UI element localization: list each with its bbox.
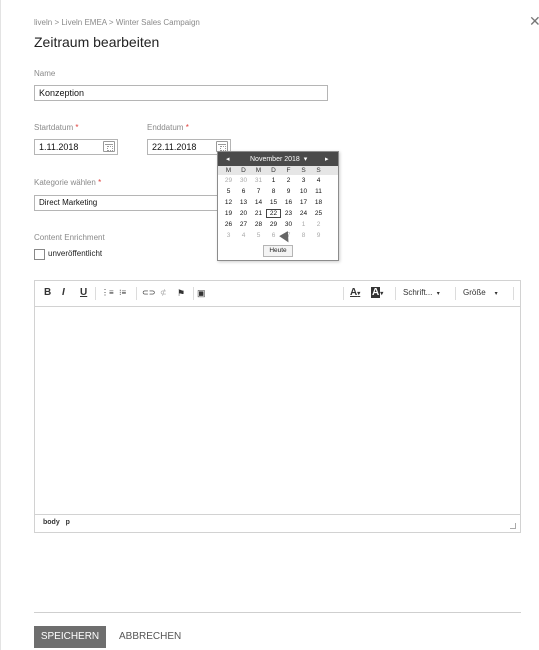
toolbar-divider — [136, 287, 137, 300]
calendar-day[interactable]: 22 — [266, 209, 281, 218]
calendar-day[interactable]: 10 — [296, 187, 311, 196]
calendar-day[interactable]: 5 — [221, 187, 236, 196]
toolbar-divider — [193, 287, 194, 300]
month-year-selector[interactable]: November 2018 ▾ — [250, 155, 307, 163]
calendar-day[interactable]: 4 — [236, 231, 251, 240]
footer-divider — [34, 612, 521, 613]
bullet-list-button[interactable]: ⁝≡ — [119, 287, 126, 299]
datepicker-header: ◂ November 2018 ▾ ▸ — [218, 152, 338, 166]
calendar-day[interactable]: 17 — [296, 198, 311, 207]
calendar-day[interactable]: 4 — [311, 176, 326, 185]
calendar-day[interactable]: 13 — [236, 198, 251, 207]
calendar-day[interactable]: 21 — [251, 209, 266, 218]
calendar-day[interactable]: 7 — [251, 187, 266, 196]
cancel-button[interactable]: ABBRECHEN — [119, 626, 181, 648]
calendar-day[interactable]: 27 — [236, 220, 251, 229]
name-label: Name — [34, 69, 56, 78]
calendar-day[interactable]: 1 — [266, 176, 281, 185]
calendar-day[interactable]: 30 — [236, 176, 251, 185]
calendar-day[interactable]: 16 — [281, 198, 296, 207]
link-icon[interactable]: ⊂⊃ — [142, 287, 155, 299]
bold-button[interactable]: B — [44, 287, 51, 299]
today-button[interactable]: Heute — [263, 245, 293, 257]
toolbar-divider — [395, 287, 396, 300]
editor-content-area[interactable] — [35, 307, 520, 514]
toolbar-divider — [513, 287, 514, 300]
weekday-label: S — [316, 167, 321, 174]
calendar-day[interactable]: 9 — [281, 187, 296, 196]
calendar-day[interactable]: 9 — [311, 231, 326, 240]
edit-period-dialog: ✕ liveln > Liveln EMEA > Winter Sales Ca… — [0, 0, 539, 650]
underline-button[interactable]: U — [80, 287, 87, 299]
calendar-day[interactable]: 14 — [251, 198, 266, 207]
calendar-day[interactable]: 1 — [296, 220, 311, 229]
calendar-day[interactable]: 30 — [281, 220, 296, 229]
toolbar-divider — [95, 287, 96, 300]
background-color-button[interactable]: A▾ — [371, 287, 383, 300]
calendar-day[interactable]: 19 — [221, 209, 236, 218]
image-icon[interactable]: ▣ — [197, 287, 206, 299]
calendar-day[interactable]: 29 — [266, 220, 281, 229]
toolbar-divider — [343, 287, 344, 300]
calendar-day[interactable]: 2 — [281, 176, 296, 185]
name-field[interactable]: Konzeption — [34, 85, 328, 101]
resize-handle-icon[interactable] — [510, 523, 516, 529]
calendar-day[interactable]: 26 — [221, 220, 236, 229]
weekday-label: M — [225, 167, 232, 174]
close-icon[interactable]: ✕ — [529, 14, 539, 28]
calendar-day[interactable]: 3 — [221, 231, 236, 240]
content-enrichment-label: Content Enrichment — [34, 233, 105, 242]
editor-toolbar: B I U ⋮≡ ⁝≡ ⊂⊃ ⊄ ⚑ ▣ A▾ A▾ Schrift... ▾ … — [35, 281, 520, 307]
calendar-day[interactable]: 12 — [221, 198, 236, 207]
calendar-day[interactable]: 31 — [251, 176, 266, 185]
calendar-day[interactable]: 29 — [221, 176, 236, 185]
weekday-label: S — [301, 167, 306, 174]
previous-month-icon[interactable]: ◂ — [226, 155, 230, 163]
anchor-flag-icon[interactable]: ⚑ — [177, 287, 185, 299]
weekday-header: MDMDFSS — [218, 166, 338, 175]
calendar-day[interactable]: 8 — [296, 231, 311, 240]
italic-button[interactable]: I — [62, 287, 65, 299]
calendar-day[interactable]: 24 — [296, 209, 311, 218]
calendar-day[interactable]: 20 — [236, 209, 251, 218]
weekday-label: F — [286, 167, 291, 174]
calendar-day[interactable]: 8 — [266, 187, 281, 196]
weekday-label: M — [255, 167, 262, 174]
calendar-day[interactable]: 18 — [311, 198, 326, 207]
unpublished-label: unveröffentlicht — [48, 249, 103, 258]
calendar-day[interactable]: 23 — [281, 209, 296, 218]
calendar-day[interactable]: 6 — [236, 187, 251, 196]
breadcrumb: liveln > Liveln EMEA > Winter Sales Camp… — [34, 18, 200, 27]
font-family-dropdown[interactable]: Schrift... ▾ — [403, 287, 440, 300]
font-size-dropdown[interactable]: Größe ▾ — [463, 287, 498, 300]
calendar-day[interactable]: 2 — [311, 220, 326, 229]
calendar-day[interactable]: 5 — [251, 231, 266, 240]
path-body[interactable]: body — [43, 519, 60, 526]
editor-statusbar: body p — [35, 514, 520, 532]
calendar-day[interactable]: 25 — [311, 209, 326, 218]
end-date-label: Enddatum * — [147, 123, 189, 132]
unpublished-checkbox[interactable] — [34, 249, 45, 260]
calendar-icon[interactable] — [103, 141, 115, 152]
start-date-label: Startdatum * — [34, 123, 79, 132]
weekday-label: D — [241, 167, 246, 174]
next-month-icon[interactable]: ▸ — [325, 155, 329, 163]
calendar-day[interactable]: 15 — [266, 198, 281, 207]
toolbar-divider — [455, 287, 456, 300]
path-p[interactable]: p — [66, 519, 70, 526]
numbered-list-button[interactable]: ⋮≡ — [101, 287, 114, 299]
calendar-day[interactable]: 28 — [251, 220, 266, 229]
calendar-day[interactable]: 11 — [311, 187, 326, 196]
unlink-icon[interactable]: ⊄ — [160, 287, 167, 299]
save-button[interactable]: SPEICHERN — [34, 626, 106, 648]
datepicker-popup: ◂ November 2018 ▾ ▸ MDMDFSS 29 30 31 1 2 3 4 5 6… — [217, 151, 339, 261]
weekday-label: D — [271, 167, 276, 174]
rich-text-editor: B I U ⋮≡ ⁝≡ ⊂⊃ ⊄ ⚑ ▣ A▾ A▾ Schrift... ▾ … — [34, 280, 521, 533]
calendar-day[interactable]: 3 — [296, 176, 311, 185]
page-title: Zeitraum bearbeiten — [34, 34, 160, 50]
text-color-button[interactable]: A▾ — [350, 287, 360, 300]
category-label: Kategorie wählen * — [34, 178, 102, 187]
